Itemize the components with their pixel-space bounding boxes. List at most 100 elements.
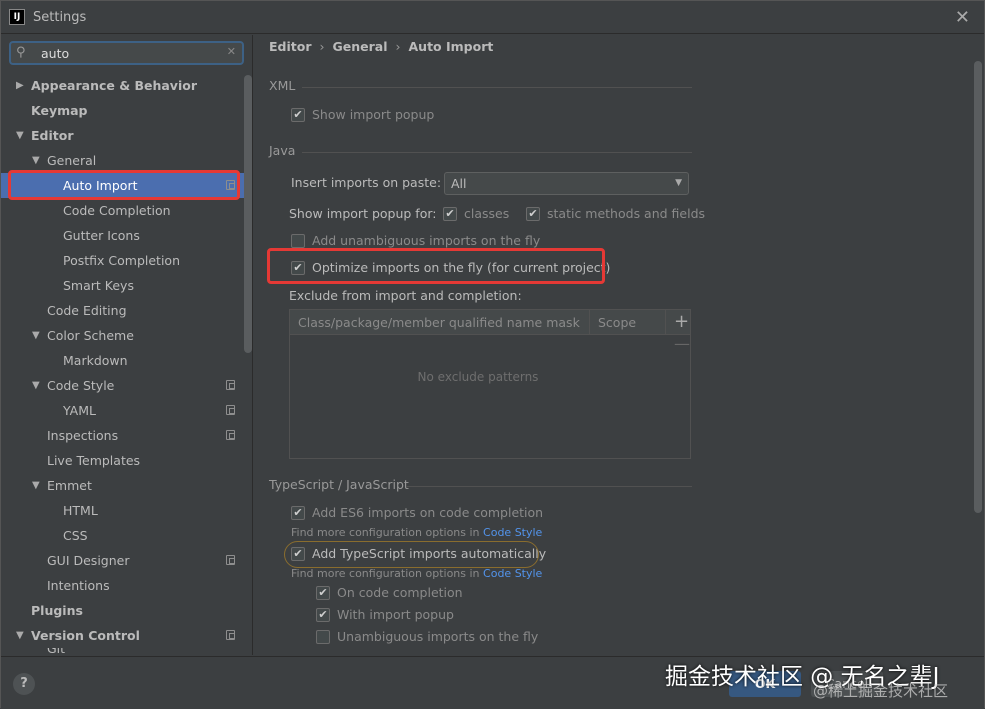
collapse-arrow-icon[interactable]: ▼ [32,323,44,348]
tree-item-label: GUI Designer [47,553,130,568]
clear-search-icon[interactable]: ✕ [227,45,236,58]
project-settings-icon [226,180,235,190]
tree-item-label: CSS [63,528,88,543]
breadcrumb-item: Editor [269,39,312,54]
tree-item-label: Editor [31,128,74,143]
insert-imports-on-paste-label: Insert imports on paste: [291,175,442,190]
window-title: Settings [33,10,87,25]
tree-item-html[interactable]: HTML [1,498,245,523]
section-divider [302,152,692,153]
settings-search-input[interactable] [39,44,219,62]
unambiguous-imports-fly-checkbox[interactable] [316,630,330,644]
tree-scrollbar[interactable] [244,73,252,653]
tree-item-label: Code Editing [47,303,127,318]
tree-item-code-completion[interactable]: Code Completion [1,198,245,223]
panel-scrollbar-thumb[interactable] [974,61,982,513]
add-typescript-imports-checkbox[interactable]: ✔ [291,547,305,561]
collapse-arrow-icon[interactable]: ▼ [16,123,28,148]
collapse-arrow-icon[interactable]: ▼ [32,148,44,173]
tree-scrollbar-thumb[interactable] [244,75,252,353]
close-window-button[interactable]: ✕ [955,7,970,28]
insert-imports-on-paste-dropdown[interactable]: All ▼ [444,172,689,195]
tree-item-postfix-completion[interactable]: Postfix Completion [1,248,245,273]
tree-item-keymap[interactable]: Keymap [1,98,245,123]
checkbox-label: Add ES6 imports on code completion [312,505,544,520]
tree-item-emmet[interactable]: ▼ Emmet [1,473,245,498]
tree-item-inspections[interactable]: Inspections [1,423,245,448]
help-button[interactable]: ? [13,673,35,695]
tree-item-label: Keymap [31,103,88,118]
tree-item-gutter-icons[interactable]: Gutter Icons [1,223,245,248]
tree-item-smart-keys[interactable]: Smart Keys [1,273,245,298]
tree-item-css[interactable]: CSS [1,523,245,548]
tree-item-version-control[interactable]: ▼ Version Control [1,623,245,648]
optimize-imports-checkbox[interactable]: ✔ [291,261,305,275]
tree-item-yaml[interactable]: YAML [1,398,245,423]
collapse-arrow-icon[interactable]: ▼ [32,473,44,498]
collapse-arrow-icon[interactable]: ▼ [32,373,44,398]
tree-item-appearance-behavior[interactable]: ▶ Appearance & Behavior [1,73,245,98]
column-header-scope[interactable]: Scope [590,310,666,335]
checkbox-label: On code completion [337,585,463,600]
project-settings-icon [226,405,235,415]
on-code-completion-checkbox[interactable]: ✔ [316,586,330,600]
search-icon: ⚲ [16,45,26,60]
exclude-patterns-table[interactable]: Class/package/member qualified name mask… [289,309,691,459]
with-import-popup-checkbox[interactable]: ✔ [316,608,330,622]
note-text: Find more configuration options in [291,567,484,580]
settings-search-box[interactable]: ⚲ ✕ [9,41,244,65]
exclude-from-import-label: Exclude from import and completion: [289,288,522,303]
remove-pattern-button[interactable]: — [674,334,690,353]
tree-item-label: Code Completion [63,203,171,218]
section-divider [302,87,692,88]
tree-item-plugins[interactable]: Plugins [1,598,245,623]
settings-tree-pane: ⚲ ✕ ▶ Appearance & Behavior Keymap ▼ Edi… [1,35,253,656]
breadcrumb-item: General [332,39,388,54]
classes-checkbox[interactable]: ✔ [443,207,457,221]
add-unambiguous-imports-checkbox[interactable] [291,234,305,248]
project-settings-icon [226,555,235,565]
project-settings-icon [226,380,235,390]
tree-item-code-style[interactable]: ▼ Code Style [1,373,245,398]
auto-import-settings-panel: Editor › General › Auto Import XML ✔ Show im… [254,35,984,655]
tree-item-editor[interactable]: ▼ Editor [1,123,245,148]
tree-item-label: YAML [63,403,96,418]
tree-item-label: HTML [63,503,98,518]
xml-show-import-popup-checkbox[interactable]: ✔ [291,108,305,122]
tree-item-label: Emmet [47,478,92,493]
tree-item-label: Inspections [47,428,119,443]
note-text: Find more configuration options in [291,526,484,539]
tree-item-label: Code Style [47,378,115,393]
checkbox-label: classes [464,206,510,221]
tree-item-label: Intentions [47,578,110,593]
checkbox-label: Optimize imports on the fly (for current… [312,260,611,275]
tree-item-intentions[interactable]: Intentions [1,573,245,598]
find-more-config-note: Find more configuration options in Code … [291,567,542,580]
checkbox-label: static methods and fields [547,206,706,221]
add-pattern-button[interactable]: + [674,311,689,332]
tree-item-gui-designer[interactable]: GUI Designer [1,548,245,573]
tree-item-auto-import[interactable]: Auto Import [1,173,245,198]
tree-item-code-editing[interactable]: Code Editing [1,298,245,323]
find-more-config-note: Find more configuration options in Code … [291,526,542,539]
checkbox-label: Add TypeScript imports automatically [312,546,547,561]
add-es6-imports-checkbox[interactable]: ✔ [291,506,305,520]
collapse-arrow-icon[interactable]: ▼ [16,623,28,648]
code-style-link[interactable]: Code Style [483,526,542,539]
static-methods-checkbox[interactable]: ✔ [526,207,540,221]
tree-item-git[interactable]: Git [1,648,245,656]
code-style-link[interactable]: Code Style [483,567,542,580]
checkbox-label: With import popup [337,607,454,622]
section-divider [406,486,692,487]
checkbox-label: Unambiguous imports on the fly [337,629,539,644]
tree-item-label: Color Scheme [47,328,134,343]
checkbox-label: Add unambiguous imports on the fly [312,233,541,248]
tree-item-general[interactable]: ▼ General [1,148,245,173]
tree-item-color-scheme[interactable]: ▼ Color Scheme [1,323,245,348]
tree-item-markdown[interactable]: Markdown [1,348,245,373]
breadcrumb-item: Auto Import [408,39,494,54]
tree-item-live-templates[interactable]: Live Templates [1,448,245,473]
intellij-app-icon: IJ [9,9,25,25]
expand-arrow-icon[interactable]: ▶ [16,73,28,98]
column-header-mask[interactable]: Class/package/member qualified name mask [290,310,590,335]
